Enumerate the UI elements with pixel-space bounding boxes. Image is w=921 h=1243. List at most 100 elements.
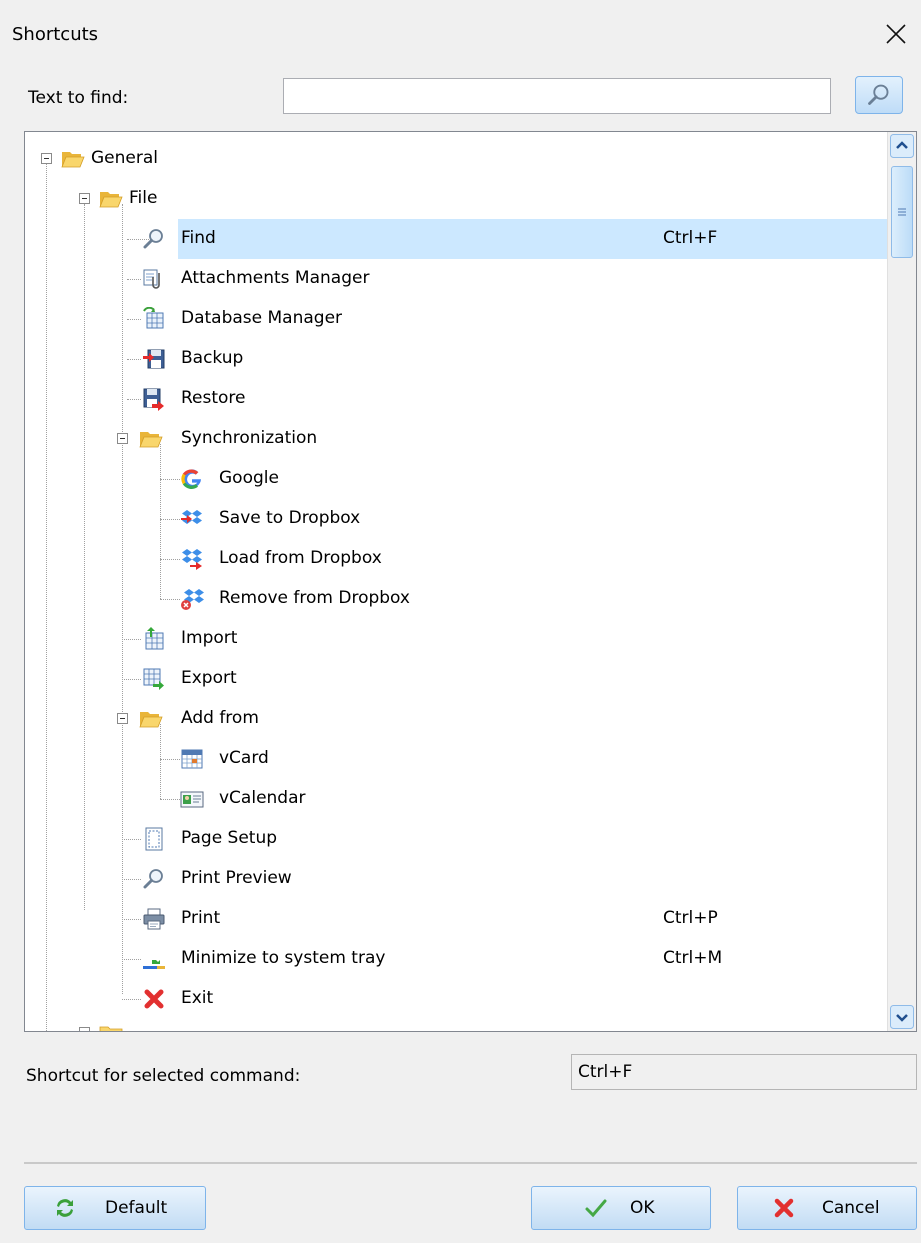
tree-node-file[interactable]: File [25,179,887,219]
default-button[interactable]: Default [24,1186,206,1230]
selection-highlight [178,219,887,259]
tree-label: Minimize to system tray [181,948,386,968]
folder-open-icon [99,192,123,208]
scroll-down-icon[interactable] [890,1005,914,1029]
tree-node-synchronization[interactable]: Synchronization [25,419,887,459]
collapse-icon[interactable] [79,193,90,204]
print-preview-icon [143,869,163,889]
restore-icon [143,388,164,411]
shortcut-field[interactable]: Ctrl+F [571,1054,917,1090]
magnifier-icon [143,229,163,249]
tree-item-backup[interactable]: Backup [25,339,887,379]
search-icon [868,84,889,105]
tree-label: Database Manager [181,308,343,328]
scroll-thumb[interactable] [891,166,913,258]
text-to-find-input[interactable] [283,78,831,114]
dropbox-load-icon [182,549,202,570]
tree-label: Load from Dropbox [219,548,382,568]
tree-label: vCalendar [219,788,306,808]
database-icon [143,307,164,329]
tree-node-add-from[interactable]: Add from [25,699,887,739]
folder-open-icon [139,432,163,448]
tree-label: Backup [181,348,244,368]
collapse-icon[interactable] [41,153,52,164]
tree-label: General [91,148,158,168]
tree-item-database-manager[interactable]: Database Manager [25,299,887,339]
cancel-x-icon [774,1198,794,1218]
tree-label: Synchronization [181,428,318,448]
tree-item-load-from-dropbox[interactable]: Load from Dropbox [25,539,887,579]
tree-label: Find [181,228,216,248]
tree-label: Export [181,668,237,688]
tree-label: Add from [181,708,259,728]
collapse-icon[interactable] [117,433,128,444]
close-icon[interactable] [881,16,911,52]
tree-item-exit[interactable]: Exit [25,979,887,1019]
search-button[interactable] [855,76,903,114]
grip-icon [898,208,906,216]
tree-item-print-preview[interactable]: Print Preview [25,859,887,899]
tree-item-find[interactable]: Find Ctrl+F [25,219,887,259]
tree-label: Print Preview [181,868,292,888]
tree-item-save-to-dropbox[interactable]: Save to Dropbox [25,499,887,539]
google-icon [181,469,201,489]
tree-item-vcalendar[interactable]: vCalendar [25,779,887,819]
collapse-icon[interactable] [117,713,128,724]
minimize-tray-icon [143,950,165,969]
tree-item-vcard[interactable]: vCard [25,739,887,779]
backup-icon [143,349,165,369]
tree-item-google[interactable]: Google [25,459,887,499]
tree-label: Attachments Manager [181,268,370,288]
dropbox-remove-icon [181,589,204,610]
folder-icon [99,1026,123,1031]
tree-label: vCard [219,748,269,768]
tree-scrollbar[interactable] [887,132,916,1031]
tree-label: Exit [181,988,214,1008]
exit-icon [144,989,164,1009]
printer-icon [143,908,165,930]
contact-card-icon [180,791,204,808]
tree-label: Remove from Dropbox [219,588,410,608]
tree-label: Page Setup [181,828,278,848]
tree-item-page-setup[interactable]: Page Setup [25,819,887,859]
title-bar: Shortcuts [0,0,921,66]
tree-label: Print [181,908,221,928]
shortcut-value: Ctrl+F [578,1062,633,1082]
command-tree[interactable]: General File Find Ctrl+F Attachments Man… [24,131,917,1032]
ok-button[interactable]: OK [531,1186,711,1230]
tree-item-remove-from-dropbox[interactable]: Remove from Dropbox [25,579,887,619]
tree-label: File [129,188,158,208]
folder-open-icon [139,712,163,728]
tree-node-partial[interactable] [25,1021,887,1031]
cancel-button-label: Cancel [822,1198,880,1218]
folder-open-icon [61,152,85,168]
tree-item-export[interactable]: Export [25,659,887,699]
collapse-icon [79,1027,90,1031]
dropbox-save-icon [181,510,202,524]
tree-label: Import [181,628,238,648]
tree-item-minimize-to-tray[interactable]: Minimize to system tray Ctrl+M [25,939,887,979]
import-icon [145,627,164,650]
attachment-icon [143,269,160,289]
tree-node-general[interactable]: General [25,139,887,179]
tree-item-restore[interactable]: Restore [25,379,887,419]
shortcut-keys: Ctrl+P [663,908,718,928]
calendar-icon [181,749,203,769]
ok-button-label: OK [630,1198,655,1218]
scroll-up-icon[interactable] [890,134,914,158]
checkmark-icon [585,1199,607,1218]
cancel-button[interactable]: Cancel [737,1186,917,1230]
tree-item-attachments-manager[interactable]: Attachments Manager [25,259,887,299]
shortcut-label: Shortcut for selected command: [26,1066,301,1086]
dialog-title: Shortcuts [12,24,99,45]
export-icon [143,668,164,690]
refresh-icon [57,1199,73,1217]
tree-label: Save to Dropbox [219,508,361,528]
tree-item-import[interactable]: Import [25,619,887,659]
shortcut-keys: Ctrl+M [663,948,723,968]
tree-label: Google [219,468,279,488]
tree-item-print[interactable]: Print Ctrl+P [25,899,887,939]
divider [24,1162,917,1164]
default-button-label: Default [105,1198,168,1218]
page-setup-icon [145,827,163,851]
